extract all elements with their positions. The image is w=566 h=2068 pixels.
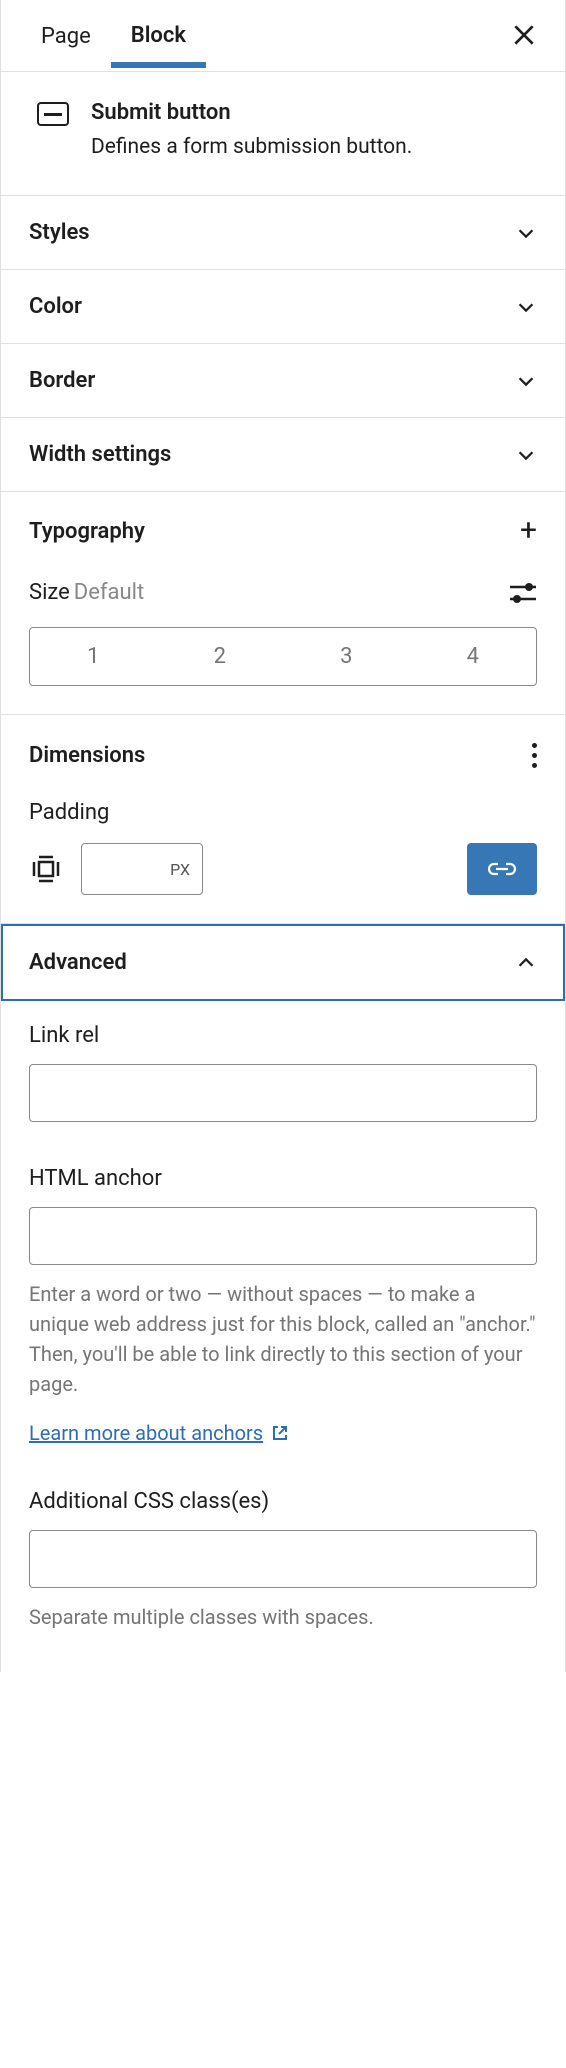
chevron-down-icon [515,370,537,392]
section-border: Border [1,344,565,418]
section-header-styles[interactable]: Styles [1,196,565,269]
link-rel-input[interactable] [29,1064,537,1122]
link-icon [488,861,516,877]
size-option-3[interactable]: 3 [283,628,410,685]
section-header-advanced[interactable]: Advanced [3,926,563,999]
html-anchor-help: Enter a word or two — without spaces — t… [29,1279,537,1399]
size-option-1[interactable]: 1 [30,628,157,685]
submit-button-icon [37,102,69,126]
chevron-down-icon [515,296,537,318]
section-advanced: Advanced [1,924,565,1001]
section-header-border[interactable]: Border [1,344,565,417]
tab-bar: Page Block [1,0,565,72]
section-styles: Styles [1,196,565,270]
padding-label: Padding [29,800,537,825]
advanced-body: Link rel HTML anchor Enter a word or two… [1,1001,565,1672]
size-option-2[interactable]: 2 [157,628,284,685]
sliders-icon[interactable] [509,582,537,604]
settings-panel: Page Block Submit button Defines a form … [0,0,566,1672]
external-link-icon [271,1424,289,1442]
block-header: Submit button Defines a form submission … [1,72,565,196]
more-options-icon[interactable] [532,743,537,768]
link-sides-button[interactable] [467,843,537,895]
size-options: 1 2 3 4 [29,627,537,686]
chevron-up-icon [515,952,537,974]
tab-block[interactable]: Block [111,3,206,68]
learn-more-anchors-link[interactable]: Learn more about anchors [29,1421,289,1445]
html-anchor-input[interactable] [29,1207,537,1265]
section-color: Color [1,270,565,344]
html-anchor-label: HTML anchor [29,1166,537,1191]
section-dimensions: Dimensions Padding PX [1,715,565,924]
size-value: Default [74,580,144,605]
tab-page[interactable]: Page [21,4,111,67]
size-option-4[interactable]: 4 [410,628,537,685]
block-title: Submit button [91,100,412,125]
section-header-width[interactable]: Width settings [1,418,565,491]
section-typography: Typography + Size Default 1 2 3 [1,492,565,715]
section-header-typography[interactable]: Typography + [1,492,565,570]
plus-icon[interactable]: + [520,516,537,546]
size-label: Size [29,580,70,605]
padding-sides-button[interactable] [29,852,63,886]
section-width: Width settings [1,418,565,492]
link-rel-label: Link rel [29,1023,537,1048]
block-description: Defines a form submission button. [91,135,412,159]
close-button[interactable] [511,22,537,48]
padding-sides-icon [31,854,61,884]
css-classes-help: Separate multiple classes with spaces. [29,1602,537,1632]
section-header-dimensions: Dimensions [1,715,565,796]
padding-input[interactable]: PX [81,843,203,895]
chevron-down-icon [515,444,537,466]
chevron-down-icon [515,222,537,244]
css-classes-input[interactable] [29,1530,537,1588]
section-header-color[interactable]: Color [1,270,565,343]
css-classes-label: Additional CSS class(es) [29,1489,537,1514]
close-icon [511,22,537,48]
